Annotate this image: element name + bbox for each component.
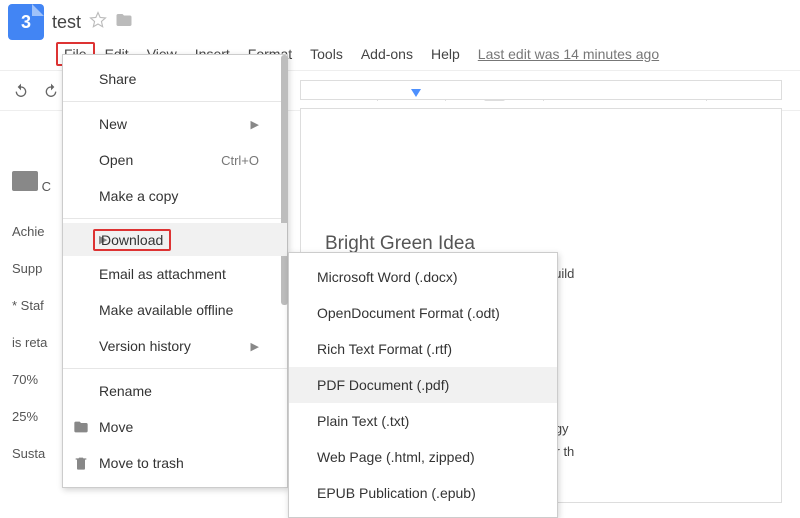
star-icon[interactable] [89, 11, 107, 34]
file-menu-version-history[interactable]: Version history▶ [63, 328, 287, 364]
file-menu-download[interactable]: Download▶ [63, 223, 287, 256]
file-menu-share[interactable]: Share [63, 61, 287, 97]
download-option[interactable]: Rich Text Format (.rtf) [289, 331, 557, 367]
outline-panel: C Achie Supp * Staf is reta 70% 25% Sust… [0, 111, 60, 483]
indent-marker-icon[interactable] [411, 89, 421, 97]
download-option[interactable]: EPUB Publication (.epub) [289, 475, 557, 511]
file-menu-rename[interactable]: Rename [63, 373, 287, 409]
menu-addons[interactable]: Add-ons [353, 42, 421, 66]
docs-app-icon[interactable]: 3 [8, 4, 44, 40]
outline-item[interactable]: Susta [12, 446, 52, 461]
outline-item[interactable]: Achie [12, 224, 52, 239]
download-option[interactable]: OpenDocument Format (.odt) [289, 295, 557, 331]
undo-button[interactable] [8, 78, 34, 104]
menu-help[interactable]: Help [423, 42, 468, 66]
file-menu-make-a-copy[interactable]: Make a copy [63, 178, 287, 214]
file-menu-move-to-trash[interactable]: Move to trash [63, 445, 287, 481]
redo-button[interactable] [38, 78, 64, 104]
download-submenu: Microsoft Word (.docx)OpenDocument Forma… [288, 252, 558, 518]
file-menu-open[interactable]: OpenCtrl+O [63, 142, 287, 178]
outline-item[interactable]: C [42, 179, 51, 194]
outline-item[interactable]: Supp [12, 261, 52, 276]
file-menu-email-as-attachment[interactable]: Email as attachment [63, 256, 287, 292]
file-menu-new[interactable]: New▶ [63, 106, 287, 142]
menu-tools[interactable]: Tools [302, 42, 351, 66]
download-option[interactable]: PDF Document (.pdf) [289, 367, 557, 403]
download-option[interactable]: Plain Text (.txt) [289, 403, 557, 439]
move-folder-icon[interactable] [115, 11, 133, 34]
outline-item[interactable]: 70% [12, 372, 52, 387]
file-menu-move[interactable]: Move [63, 409, 287, 445]
outline-thumb-icon [12, 171, 38, 191]
ruler[interactable] [300, 80, 782, 100]
outline-item[interactable]: * Staf [12, 298, 52, 313]
outline-item[interactable]: 25% [12, 409, 52, 424]
last-edit-link[interactable]: Last edit was 14 minutes ago [478, 46, 659, 62]
file-menu-make-available-offline[interactable]: Make available offline [63, 292, 287, 328]
document-title[interactable]: test [52, 12, 81, 33]
download-option[interactable]: Microsoft Word (.docx) [289, 259, 557, 295]
outline-item[interactable]: is reta [12, 335, 52, 350]
download-option[interactable]: Web Page (.html, zipped) [289, 439, 557, 475]
file-menu-dropdown: Share New▶OpenCtrl+OMake a copy Download▶E… [62, 54, 288, 488]
